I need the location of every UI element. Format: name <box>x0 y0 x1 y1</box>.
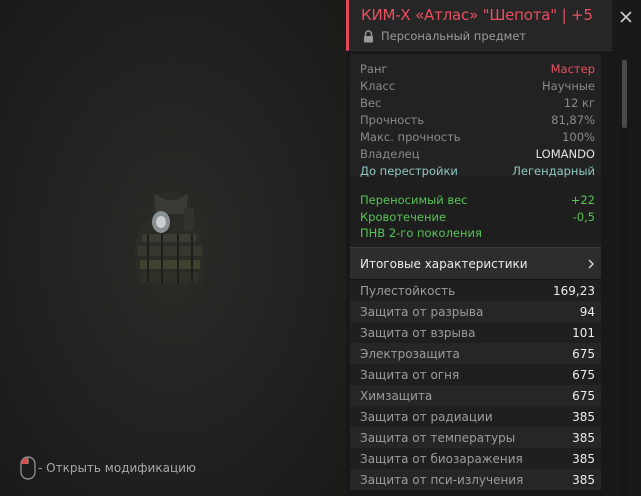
bonus-label: Кровотечение <box>360 209 447 224</box>
protection-label: Пулестойкость <box>360 283 456 298</box>
bonus-value: +22 <box>570 193 595 208</box>
item-preview-pane: - Открыть модификацию <box>0 0 347 496</box>
stat-label: Класс <box>360 78 396 93</box>
item-header: КИМ-Х «Атлас» "Шепота" | +5 Персональный… <box>346 0 612 51</box>
stat-label: Прочность <box>360 112 425 127</box>
protection-label: Электрозащита <box>360 346 460 361</box>
protection-value: 675 <box>572 367 595 382</box>
final-stats-button[interactable]: Итоговые характеристики <box>350 247 601 280</box>
protection-row: Защита от биозаражения 385 <box>350 448 601 469</box>
item-info-panel: КИМ-Х «Атлас» "Шепота" | +5 Персональный… <box>346 0 641 496</box>
protection-row: Защита от температуры 385 <box>350 427 601 448</box>
protection-row: Химзащита 675 <box>350 385 601 406</box>
bonus-value: -0,5 <box>572 209 595 224</box>
stat-row-max-durability: Макс. прочность 100% <box>350 128 601 145</box>
protection-label: Защита от пси-излучения <box>360 472 524 487</box>
final-stats-label: Итоговые характеристики <box>360 256 528 271</box>
protection-row: Защита от пси-излучения 385 <box>350 469 601 490</box>
base-stats: Ранг Мастер Класс Научные Вес 12 кг Проч… <box>350 54 601 178</box>
stat-value: 81,87% <box>551 112 595 127</box>
item-stats: Ранг Мастер Класс Научные Вес 12 кг Проч… <box>350 54 601 496</box>
protection-row: Пулестойкость 169,23 <box>350 280 601 301</box>
stat-value: LOMANDO <box>535 146 595 161</box>
protection-row: Защита от радиации 385 <box>350 406 601 427</box>
protection-stats: Пулестойкость 169,23 Защита от разрыва 94 … <box>350 280 601 490</box>
protection-value: 385 <box>572 430 595 445</box>
stat-label: Ранг <box>360 61 388 76</box>
protection-label: Защита от огня <box>360 367 460 382</box>
stat-value: 100% <box>562 129 595 144</box>
item-title: КИМ-Х «Атлас» "Шепота" | +5 <box>361 6 593 24</box>
open-modification-hint: - Открыть модификацию <box>20 456 196 480</box>
stat-label: Владелец <box>360 146 420 161</box>
protection-value: 94 <box>579 304 595 319</box>
protection-value: 675 <box>572 388 595 403</box>
stat-value: Мастер <box>550 61 595 76</box>
stat-row-rank: Ранг Мастер <box>350 60 601 77</box>
scrollbar-thumb[interactable] <box>622 60 627 128</box>
mouse-icon <box>20 456 36 480</box>
stat-row-weight: Вес 12 кг <box>350 94 601 111</box>
protection-label: Защита от температуры <box>360 430 516 445</box>
stat-value: 12 кг <box>563 95 595 110</box>
protection-row: Электрозащита 675 <box>350 343 601 364</box>
protection-value: 169,23 <box>553 283 595 298</box>
close-icon[interactable] <box>615 6 637 28</box>
stat-label: Макс. прочность <box>360 129 461 144</box>
open-modification-label: - Открыть модификацию <box>38 461 197 475</box>
stat-label: До перестройки <box>360 163 458 178</box>
protection-label: Защита от взрыва <box>360 325 476 340</box>
stat-value: Легендарный <box>512 163 595 178</box>
bonus-row: ПНВ 2-го поколения <box>350 225 601 242</box>
bonus-row: Кровотечение -0,5 <box>350 209 601 226</box>
stat-value: Научные <box>542 78 595 93</box>
bonus-row: Переносимый вес +22 <box>350 192 601 209</box>
protection-value: 385 <box>572 409 595 424</box>
bonus-label: ПНВ 2-го поколения <box>360 226 482 241</box>
personal-item-label: Персональный предмет <box>363 29 526 43</box>
chevron-right-icon <box>588 259 594 268</box>
protection-label: Защита от радиации <box>360 409 493 424</box>
protection-value: 385 <box>572 472 595 487</box>
stat-row-class: Класс Научные <box>350 77 601 94</box>
bonus-label: Переносимый вес <box>360 193 468 208</box>
protection-row: Защита от разрыва 94 <box>350 301 601 322</box>
bonus-stats: Переносимый вес +22 Кровотечение -0,5 ПН… <box>350 177 601 247</box>
protection-label: Защита от разрыва <box>360 304 484 319</box>
protection-label: Защита от биозаражения <box>360 451 523 466</box>
armor-vest-image <box>134 192 204 288</box>
protection-value: 675 <box>572 346 595 361</box>
protection-row: Защита от взрыва 101 <box>350 322 601 343</box>
lock-icon <box>364 29 373 42</box>
stat-row-durability: Прочность 81,87% <box>350 111 601 128</box>
protection-label: Химзащита <box>360 388 433 403</box>
stat-row-owner: Владелец LOMANDO <box>350 145 601 162</box>
protection-value: 101 <box>572 325 595 340</box>
protection-value: 385 <box>572 451 595 466</box>
protection-row: Защита от огня 675 <box>350 364 601 385</box>
personal-item-text: Персональный предмет <box>381 29 527 43</box>
stat-label: Вес <box>360 95 382 110</box>
